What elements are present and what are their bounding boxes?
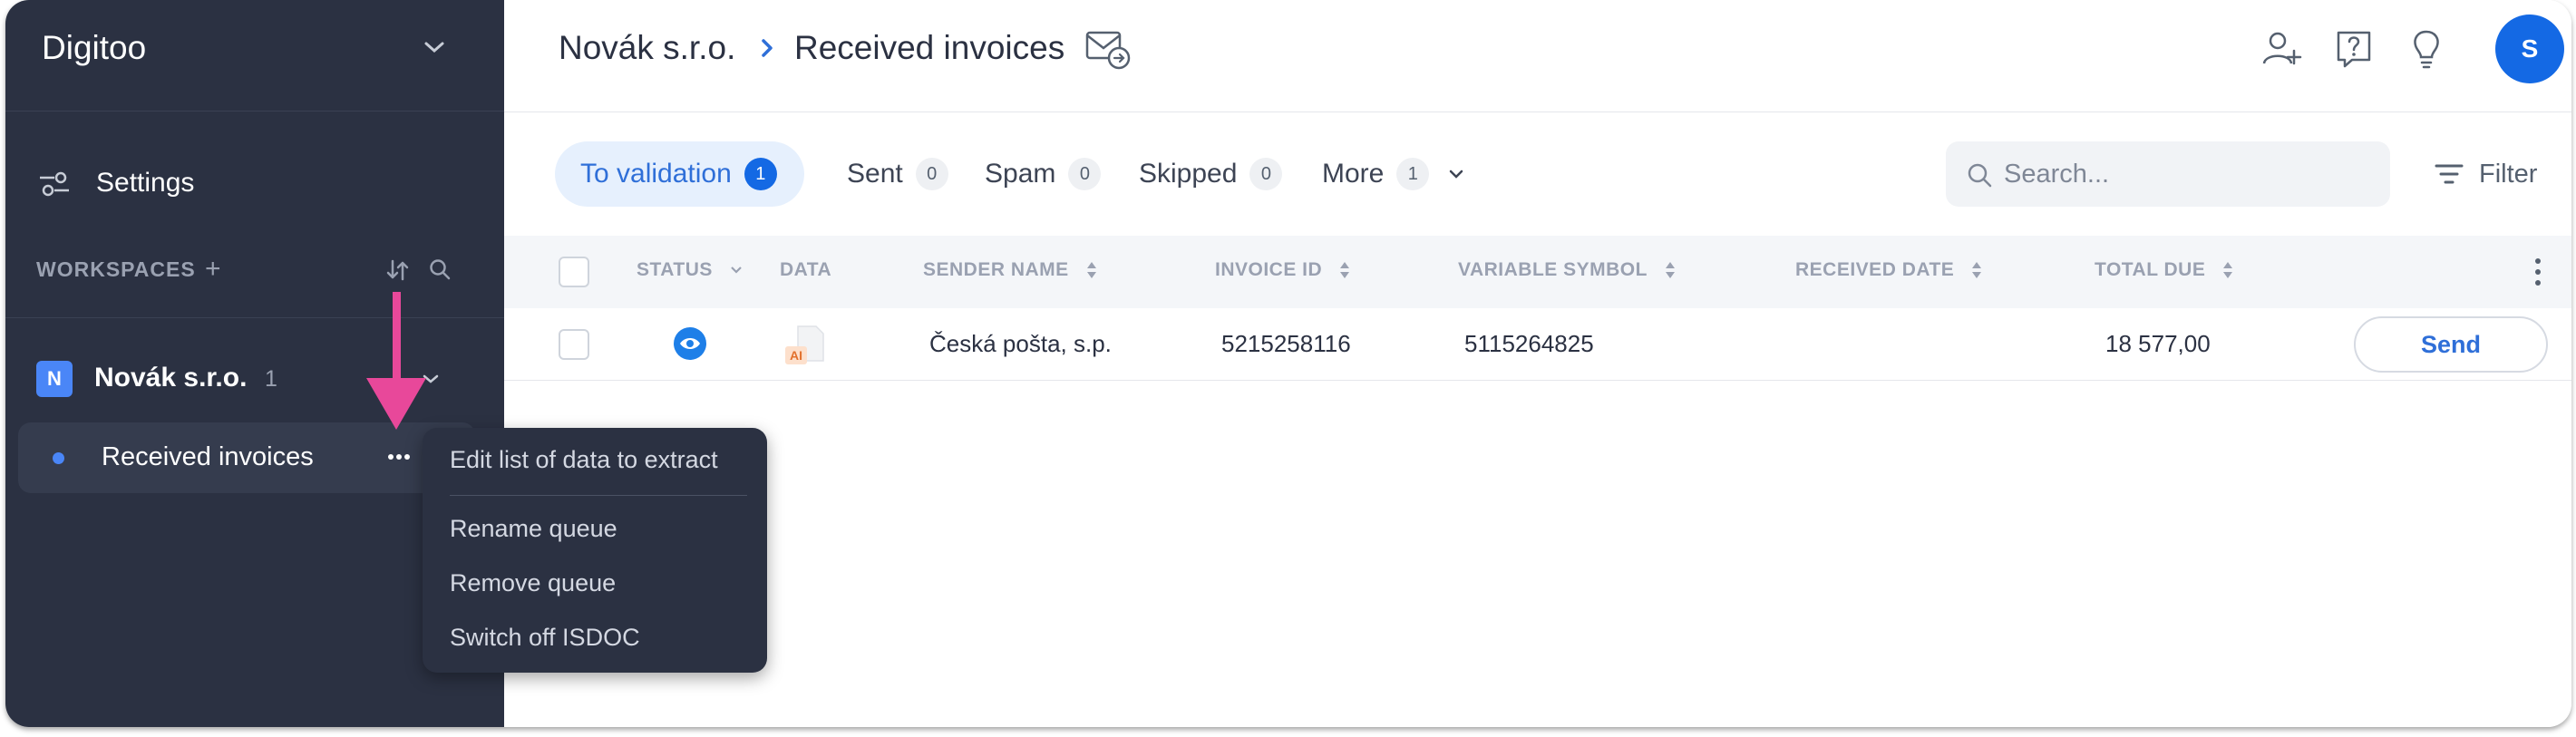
context-menu: Edit list of data to extract Rename queu…	[423, 428, 767, 673]
tab-label: More	[1322, 159, 1385, 189]
tab-count: 0	[1068, 158, 1102, 190]
add-workspace-button[interactable]: +	[205, 256, 221, 283]
kebab-icon[interactable]	[2533, 256, 2542, 288]
tab-count: 0	[1249, 158, 1283, 190]
company-count: 1	[265, 366, 277, 392]
tab-skipped[interactable]: Skipped 0	[1139, 141, 1283, 207]
cell-total-due: 18 577,00	[2105, 330, 2211, 357]
search-input[interactable]	[2004, 154, 2367, 194]
chevron-down-icon[interactable]	[423, 38, 446, 56]
main-content: Novák s.r.o. Received invoices S To vali…	[504, 0, 2571, 727]
menu-item-remove-queue[interactable]: Remove queue	[450, 569, 616, 597]
menu-item-switch-off-isdoc[interactable]: Switch off ISDOC	[450, 624, 640, 652]
column-variable-symbol[interactable]: VARIABLE SYMBOL	[1458, 259, 1677, 281]
table-header: STATUS DATA SENDER NAME INVOICE ID VARIA…	[504, 236, 2571, 308]
tab-count: 1	[1396, 158, 1430, 190]
sort-icon[interactable]	[384, 257, 410, 283]
add-user-icon[interactable]	[2260, 27, 2303, 71]
menu-item-rename-queue[interactable]: Rename queue	[450, 515, 617, 543]
sort-arrows-icon	[1972, 262, 1982, 278]
select-all-checkbox[interactable]	[559, 257, 589, 287]
column-label: SENDER NAME	[923, 259, 1069, 280]
column-sender-name[interactable]: SENDER NAME	[923, 259, 1098, 281]
sort-arrows-icon	[2223, 262, 2233, 278]
row-checkbox[interactable]	[559, 329, 589, 360]
sort-arrows-icon	[1086, 262, 1096, 278]
more-horizontal-icon[interactable]	[384, 446, 413, 468]
mail-forward-icon[interactable]	[1084, 27, 1132, 71]
column-label: VARIABLE SYMBOL	[1458, 259, 1648, 280]
search-icon[interactable]	[428, 257, 452, 281]
sort-arrows-icon	[1340, 262, 1350, 278]
settings-sliders-icon	[40, 171, 69, 197]
column-label: RECEIVED DATE	[1795, 259, 1955, 280]
tab-label: Spam	[985, 159, 1056, 189]
filter-label: Filter	[2479, 159, 2538, 189]
column-invoice-id[interactable]: INVOICE ID	[1215, 259, 1351, 281]
column-label: INVOICE ID	[1215, 259, 1323, 280]
tab-label: Skipped	[1139, 159, 1238, 189]
column-status[interactable]: STATUS	[637, 259, 744, 281]
app-title: Digitoo	[42, 29, 147, 66]
workspaces-header: WORKSPACES +	[36, 254, 462, 286]
tab-label: Sent	[847, 159, 903, 189]
filter-button[interactable]: Filter	[2434, 156, 2537, 192]
workspaces-label: WORKSPACES	[36, 257, 196, 281]
tab-to-validation[interactable]: To validation 1	[555, 141, 804, 207]
company-badge: N	[36, 361, 73, 397]
topbar: Novák s.r.o. Received invoices S	[504, 0, 2571, 112]
queue-label: Received invoices	[102, 442, 314, 471]
cell-sender: Česká pošta, s.p.	[929, 330, 1112, 357]
document-icon[interactable]: AI	[785, 325, 829, 366]
chevron-down-icon	[731, 267, 742, 274]
help-icon[interactable]	[2332, 27, 2376, 71]
tab-more[interactable]: More 1	[1322, 141, 1465, 207]
active-dot	[53, 452, 64, 464]
column-total-due[interactable]: TOTAL DUE	[2095, 259, 2234, 281]
tab-spam[interactable]: Spam 0	[985, 141, 1102, 207]
tab-sent[interactable]: Sent 0	[847, 141, 948, 207]
breadcrumb-company[interactable]: Novák s.r.o.	[559, 29, 735, 67]
company-name: Novák s.r.o.	[94, 363, 248, 393]
column-data: DATA	[780, 259, 831, 281]
breadcrumb-current: Received invoices	[794, 29, 1065, 66]
divider	[5, 317, 504, 318]
sort-arrows-icon	[1665, 262, 1675, 278]
tab-count: 1	[744, 158, 777, 190]
tabs-bar: To validation 1 Sent 0 Spam 0 Skipped 0 …	[504, 112, 2571, 236]
sidebar-header[interactable]: Digitoo	[5, 0, 504, 112]
lightbulb-icon[interactable]	[2405, 27, 2448, 71]
column-label: DATA	[780, 259, 832, 280]
cell-invoice-id: 5215258116	[1221, 330, 1351, 357]
tab-label: To validation	[580, 159, 732, 189]
search-field[interactable]	[1946, 141, 2390, 207]
annotation-arrow	[366, 292, 426, 430]
avatar[interactable]: S	[2495, 15, 2564, 83]
cell-variable-symbol: 5115264825	[1464, 330, 1594, 357]
search-icon	[1968, 163, 1992, 188]
sidebar-item-settings[interactable]: Settings	[36, 163, 194, 203]
menu-item-edit-extract[interactable]: Edit list of data to extract	[450, 446, 718, 474]
tab-count: 0	[915, 158, 948, 190]
chevron-right-icon	[762, 39, 773, 57]
chevron-down-icon	[1450, 170, 1463, 179]
app-window: Digitoo Settings WORKSPACES + N Novák s.…	[5, 0, 2571, 727]
eye-status-icon	[674, 327, 706, 360]
column-label: TOTAL DUE	[2095, 259, 2206, 280]
send-button[interactable]: Send	[2354, 316, 2548, 373]
table-row[interactable]: AI Česká pošta, s.p. 5215258116 51152648…	[504, 308, 2571, 381]
ai-badge: AI	[785, 346, 807, 364]
filter-icon	[2435, 164, 2464, 184]
settings-label: Settings	[96, 168, 195, 198]
column-label: STATUS	[637, 259, 713, 280]
menu-divider	[450, 495, 747, 496]
column-received-date[interactable]: RECEIVED DATE	[1795, 259, 1983, 281]
